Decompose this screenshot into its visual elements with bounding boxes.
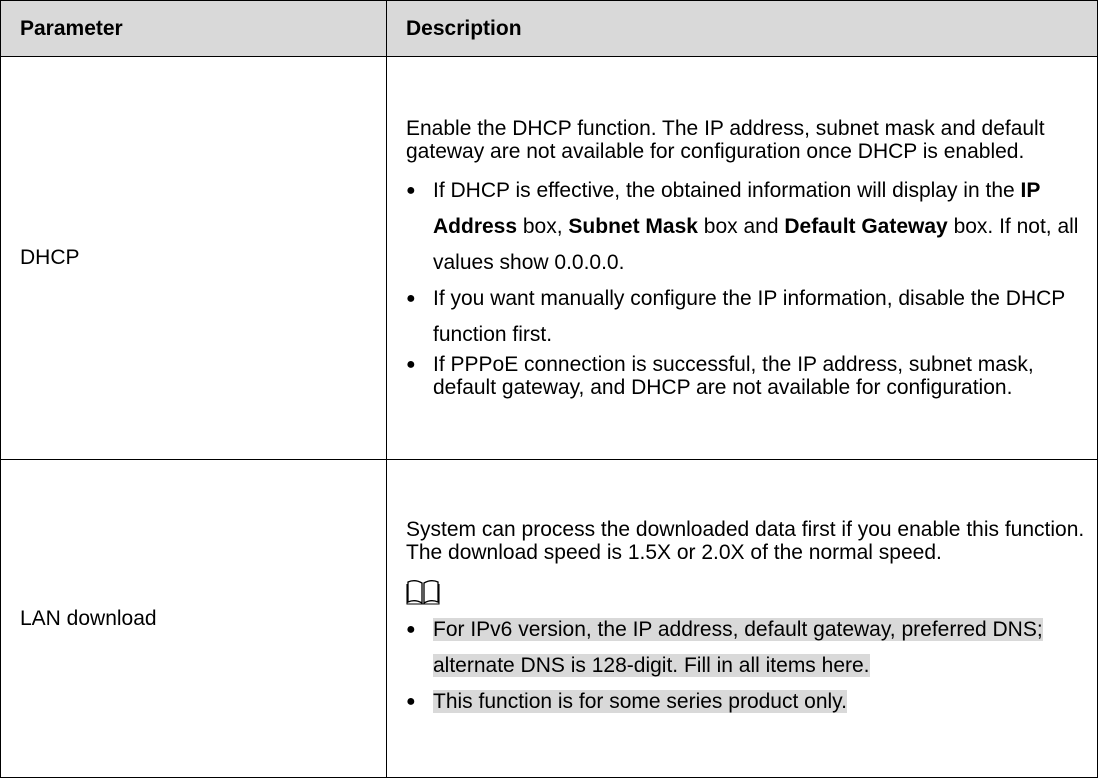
parameter-name-lan-download: LAN download xyxy=(0,459,387,778)
bullet-icon: ● xyxy=(406,290,416,307)
bullet-icon: ● xyxy=(406,182,416,199)
bullet-icon: ● xyxy=(406,356,416,373)
dhcp-intro-text: Enable the DHCP function. The IP address… xyxy=(406,117,1045,163)
list-item: ● This function is for some series produ… xyxy=(406,684,1085,720)
list-item: ● If DHCP is effective, the obtained inf… xyxy=(406,173,1085,281)
list-item: ● For IPv6 version, the IP address, defa… xyxy=(406,612,1085,684)
book-note-icon xyxy=(406,579,440,605)
lan-intro-text: System can process the downloaded data f… xyxy=(406,517,1085,564)
parameter-table: Parameter Description DHCP Enable the DH… xyxy=(0,0,1098,778)
table-row-lan-download: LAN download System can process the down… xyxy=(0,459,1098,778)
lan-bullet-list: ● For IPv6 version, the IP address, defa… xyxy=(406,612,1085,720)
header-description: Description xyxy=(386,0,1098,57)
dhcp-bullet-list: ● If DHCP is effective, the obtained inf… xyxy=(406,173,1085,399)
table-header-row: Parameter Description xyxy=(0,0,1098,57)
list-item: ● If PPPoE connection is successful, the… xyxy=(406,353,1034,399)
bullet-icon: ● xyxy=(406,620,416,638)
header-parameter: Parameter xyxy=(0,0,387,57)
list-item: ● If you want manually configure the IP … xyxy=(406,281,1085,353)
description-lan-download: System can process the downloaded data f… xyxy=(386,459,1098,778)
default-gateway-label: Default Gateway xyxy=(784,215,948,238)
parameter-name-dhcp: DHCP xyxy=(0,56,387,460)
description-dhcp: Enable the DHCP function. The IP address… xyxy=(386,56,1098,460)
bullet-icon: ● xyxy=(406,692,416,710)
subnet-mask-label: Subnet Mask xyxy=(568,215,698,238)
table-row-dhcp: DHCP Enable the DHCP function. The IP ad… xyxy=(0,56,1098,460)
